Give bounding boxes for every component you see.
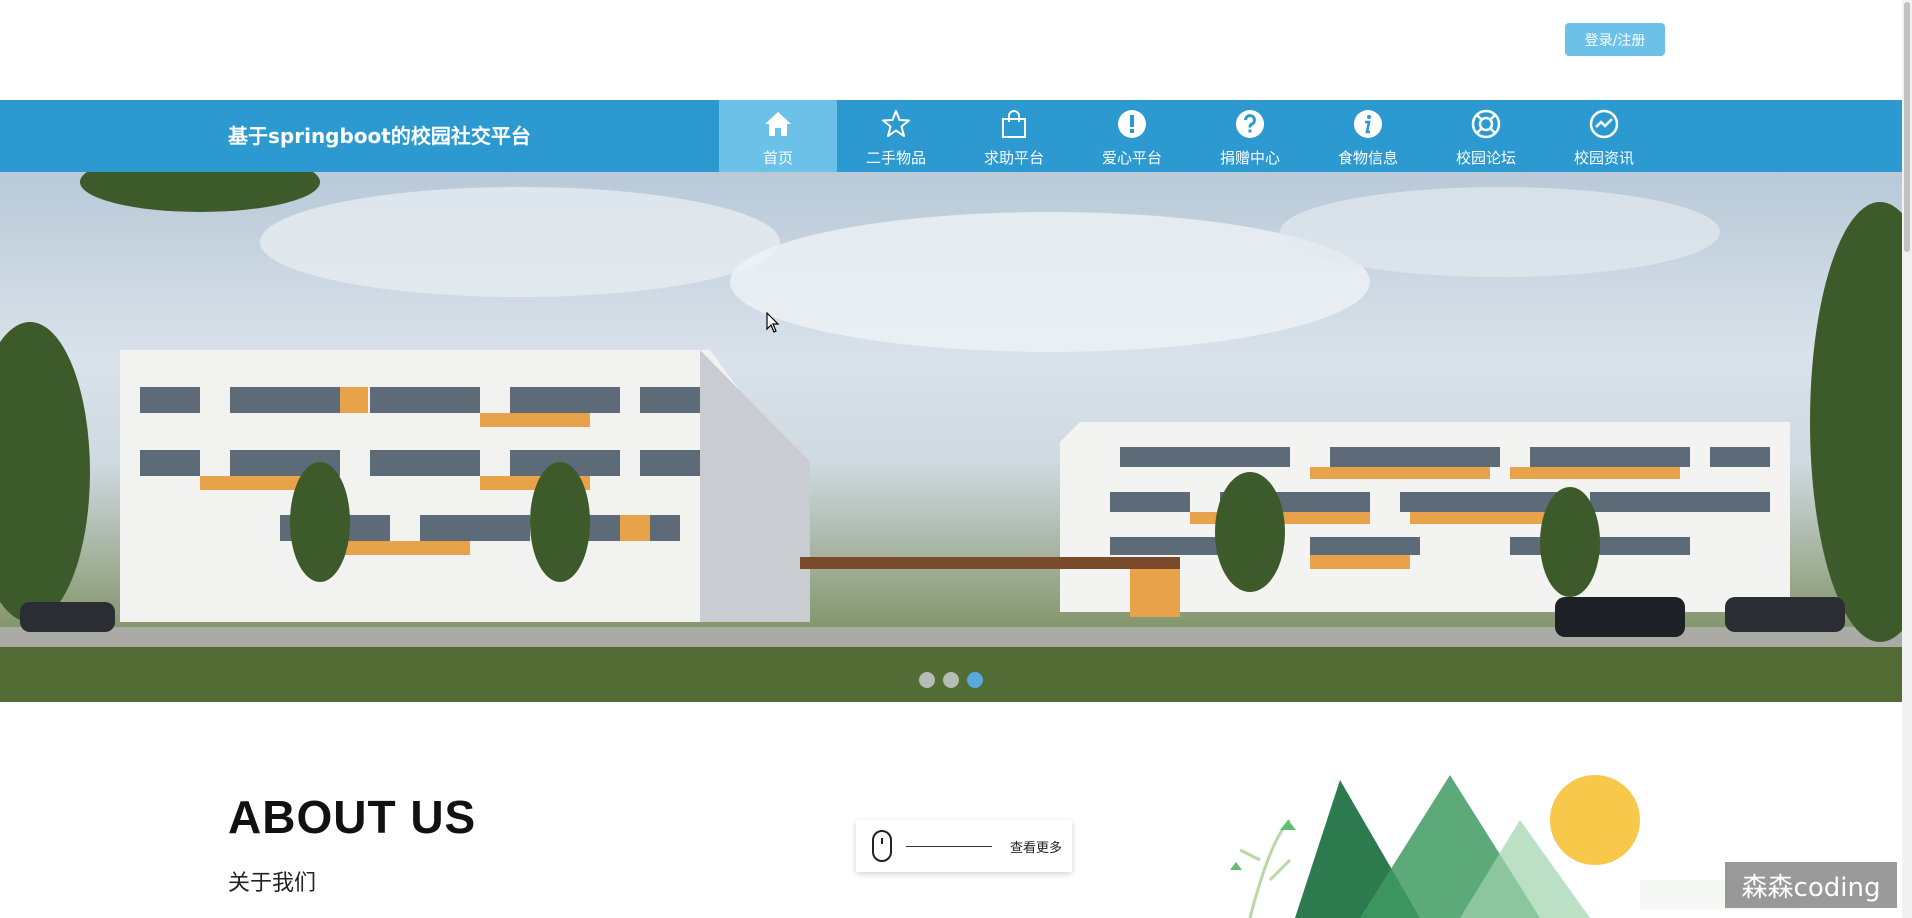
about-title: ABOUT US: [228, 791, 477, 843]
view-more-label: 查看更多: [1010, 840, 1063, 856]
main-navbar: 基于springboot的校园社交平台 首页 二手物品 求助平台 爱心平台 捐赠…: [0, 100, 1902, 172]
carousel-dot-1[interactable]: [919, 672, 935, 688]
site-title: 基于springboot的校园社交平台: [228, 124, 531, 148]
nav-item-help[interactable]: 求助平台: [955, 100, 1073, 172]
nav-item-label: 求助平台: [983, 149, 1044, 167]
carousel-dot-3[interactable]: [967, 672, 983, 688]
banner-carousel[interactable]: [0, 172, 1902, 702]
nav-item-label: 校园资讯: [1573, 149, 1634, 167]
page-scrollbar[interactable]: [1902, 0, 1912, 918]
nav-item-charity[interactable]: 爱心平台: [1073, 100, 1191, 172]
nav-item-donation[interactable]: 捐赠中心: [1191, 100, 1309, 172]
star-icon: [881, 109, 911, 139]
banner-image: [0, 172, 1902, 702]
lifebuoy-icon: [1471, 109, 1501, 139]
nav-item-label: 爱心平台: [1101, 149, 1162, 167]
carousel-dot-2[interactable]: [943, 672, 959, 688]
nav-item-home[interactable]: 首页: [719, 100, 837, 172]
nav-menu: 首页 二手物品 求助平台 爱心平台 捐赠中心 食物信息 校园论坛 校园资讯: [719, 100, 1663, 172]
exclamation-icon: [1117, 109, 1147, 139]
question-icon: [1235, 109, 1265, 139]
scrollbar-thumb[interactable]: [1904, 2, 1910, 252]
nav-item-label: 食物信息: [1337, 149, 1398, 167]
info-icon: [1353, 109, 1383, 139]
login-register-button[interactable]: 登录/注册: [1565, 23, 1665, 56]
about-subtitle: 关于我们: [228, 871, 317, 896]
nav-item-label: 捐赠中心: [1219, 149, 1280, 167]
nav-item-news[interactable]: 校园资讯: [1545, 100, 1663, 172]
divider-line: [906, 845, 992, 847]
nav-item-food[interactable]: 食物信息: [1309, 100, 1427, 172]
nav-item-label: 校园论坛: [1455, 149, 1516, 167]
mouse-pointer-icon: [766, 311, 780, 339]
nav-item-label: 二手物品: [865, 149, 926, 167]
nav-item-label: 首页: [762, 149, 793, 167]
watermark: 森森coding: [1725, 862, 1897, 908]
mouse-icon: [872, 830, 892, 862]
home-icon: [763, 109, 793, 139]
nav-item-forum[interactable]: 校园论坛: [1427, 100, 1545, 172]
shopping-bag-icon: [999, 109, 1029, 139]
carousel-indicators: [919, 672, 983, 688]
trend-icon: [1589, 109, 1619, 139]
nav-item-secondhand[interactable]: 二手物品: [837, 100, 955, 172]
view-more-button[interactable]: 查看更多: [856, 820, 1072, 872]
